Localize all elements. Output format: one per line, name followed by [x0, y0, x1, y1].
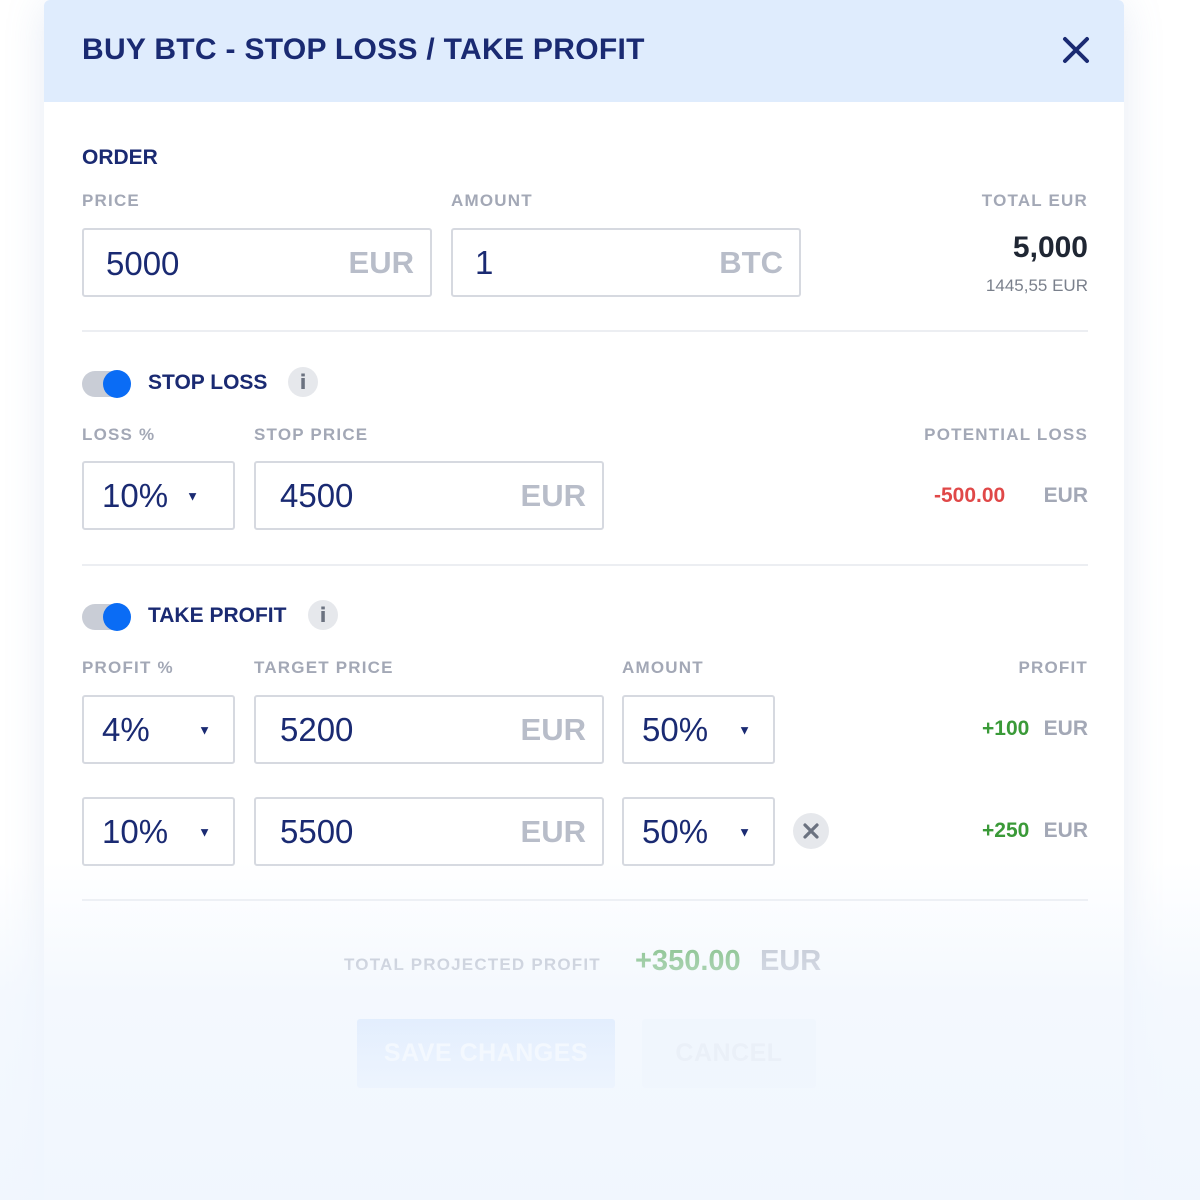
caret-down-icon: ▼ — [738, 824, 751, 839]
price-unit: EUR — [348, 244, 414, 280]
divider — [82, 564, 1088, 566]
loss-pct-value: 10% — [102, 476, 169, 514]
info-icon[interactable]: i — [308, 600, 338, 630]
loss-pct-label: LOSS % — [82, 425, 156, 444]
stop-price-input[interactable]: 4500 EUR — [254, 461, 604, 530]
target-price-input[interactable]: 5200 EUR — [254, 695, 604, 764]
save-changes-button[interactable]: SAVE CHANGES — [357, 1019, 615, 1088]
amount-value: 1 — [475, 243, 494, 281]
target-price-label: TARGET PRICE — [254, 658, 394, 677]
target-price-value: 5200 — [280, 710, 354, 748]
caret-down-icon: ▼ — [198, 824, 211, 839]
amount-unit: BTC — [719, 244, 783, 280]
tp-amount-select[interactable]: 50% ▼ — [622, 695, 775, 764]
row-profit-unit: EUR — [1043, 819, 1088, 842]
stop-loss-label: STOP LOSS — [148, 371, 268, 394]
take-profit-label: TAKE PROFIT — [148, 604, 287, 627]
profit-pct-value: 10% — [102, 812, 169, 850]
toggle-knob — [103, 370, 131, 398]
price-label: PRICE — [82, 191, 140, 210]
total-value: 5,000 — [1012, 231, 1088, 264]
stop-loss-take-profit-dialog: BUY BTC - STOP LOSS / TAKE PROFIT ORDER … — [44, 0, 1124, 1200]
remove-icon — [803, 823, 819, 839]
profit-pct-label: PROFIT % — [82, 658, 174, 677]
row-profit-unit: EUR — [1043, 717, 1088, 740]
potential-loss-label: POTENTIAL LOSS — [924, 425, 1088, 444]
close-button[interactable] — [1060, 34, 1092, 66]
profit-label: PROFIT — [1018, 658, 1088, 677]
take-profit-toggle[interactable] — [82, 603, 131, 631]
caret-down-icon: ▼ — [198, 722, 211, 737]
profit-pct-value: 4% — [102, 710, 150, 748]
divider — [82, 330, 1088, 332]
profit-pct-select[interactable]: 10% ▼ — [82, 797, 235, 866]
stop-price-unit: EUR — [520, 477, 586, 513]
stop-price-value: 4500 — [280, 476, 354, 514]
caret-down-icon: ▼ — [738, 722, 751, 737]
tp-amount-value: 50% — [642, 710, 709, 748]
price-input[interactable]: 5000 EUR — [82, 228, 432, 297]
divider — [82, 899, 1088, 901]
row-profit-value: +100 — [982, 717, 1030, 740]
total-projected-value: +350.00 — [635, 945, 741, 977]
total-projected-label: TOTAL PROJECTED PROFIT — [344, 955, 601, 974]
cancel-button[interactable]: CANCEL — [642, 1019, 816, 1088]
total-projected-unit: EUR — [760, 945, 822, 977]
target-price-value: 5500 — [280, 812, 354, 850]
dialog-header: BUY BTC - STOP LOSS / TAKE PROFIT — [44, 0, 1124, 102]
caret-down-icon: ▼ — [186, 488, 199, 503]
price-value: 5000 — [106, 244, 180, 282]
remove-row-button[interactable] — [793, 813, 829, 849]
loss-pct-select[interactable]: 10% ▼ — [82, 461, 235, 530]
close-icon — [1063, 37, 1089, 63]
potential-loss-value: -500.00 — [934, 484, 1006, 507]
total-eur-label: TOTAL EUR — [981, 191, 1088, 210]
order-section-title: ORDER — [82, 146, 158, 169]
potential-loss-unit: EUR — [1043, 484, 1088, 507]
tp-amount-label: AMOUNT — [622, 658, 704, 677]
tp-amount-select[interactable]: 50% ▼ — [622, 797, 775, 866]
profit-pct-select[interactable]: 4% ▼ — [82, 695, 235, 764]
total-subvalue: 1445,55 EUR — [985, 276, 1088, 295]
amount-input[interactable]: 1 BTC — [451, 228, 801, 297]
amount-label: AMOUNT — [451, 191, 533, 210]
info-icon[interactable]: i — [288, 367, 318, 397]
toggle-knob — [103, 603, 131, 631]
target-price-unit: EUR — [520, 711, 586, 747]
stop-price-label: STOP PRICE — [254, 425, 369, 444]
dialog-title: BUY BTC - STOP LOSS / TAKE PROFIT — [82, 33, 645, 66]
row-profit-value: +250 — [982, 819, 1030, 842]
tp-amount-value: 50% — [642, 812, 709, 850]
target-price-unit: EUR — [520, 813, 586, 849]
stop-loss-toggle[interactable] — [82, 370, 131, 398]
target-price-input[interactable]: 5500 EUR — [254, 797, 604, 866]
